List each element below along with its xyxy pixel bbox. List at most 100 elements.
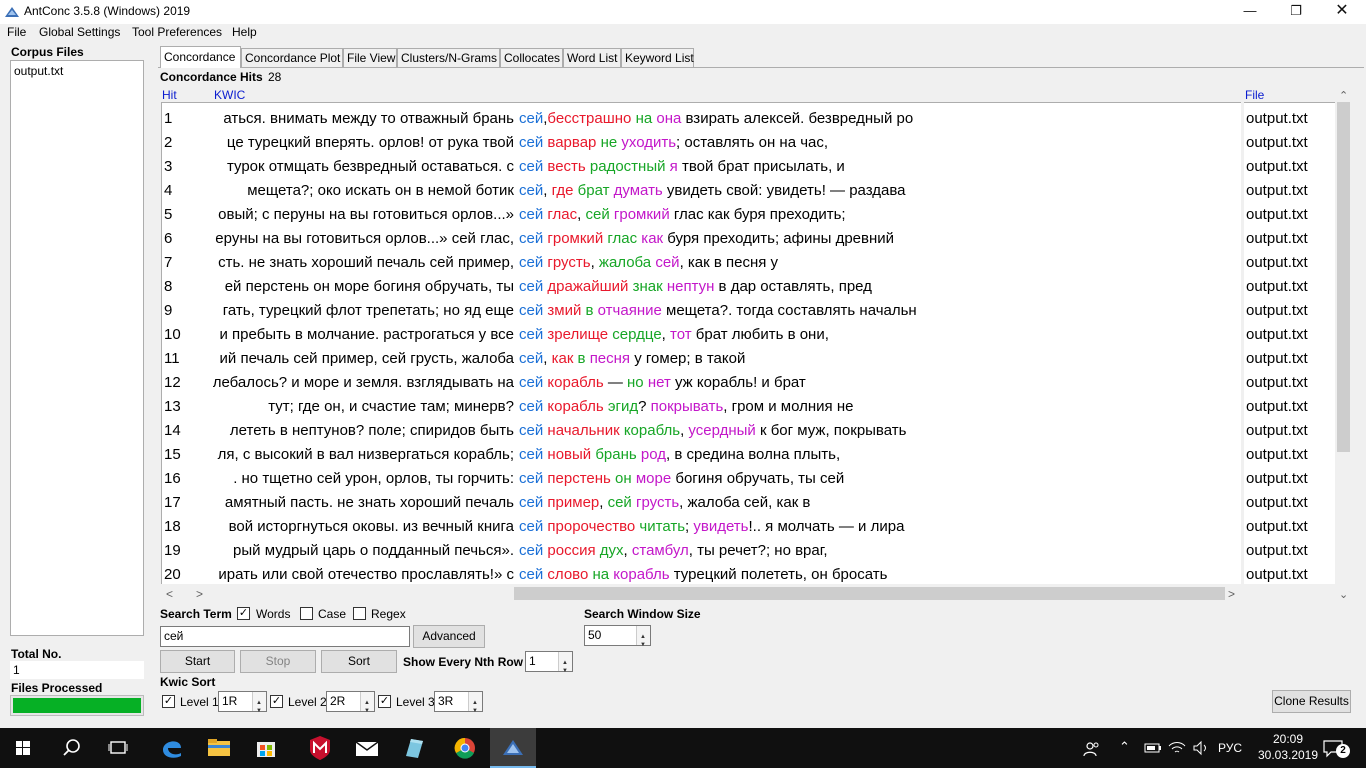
people-icon[interactable] <box>1083 740 1101 758</box>
clone-results-button[interactable]: Clone Results <box>1272 690 1351 713</box>
mcafee-icon[interactable] <box>297 728 343 768</box>
scroll-right-icon[interactable]: > <box>1228 587 1235 601</box>
kwic-line[interactable]: тут; где он, и счастие там; минерв? сей … <box>213 395 1241 419</box>
kwic-line[interactable]: сть. не знать хороший печаль сей пример,… <box>213 251 1241 275</box>
file-column-header[interactable]: File <box>1245 88 1264 102</box>
clock-time[interactable]: 20:09 <box>1264 732 1312 746</box>
kwic-line[interactable]: ля, с высокий в вал низвергаться корабль… <box>213 443 1241 467</box>
search-icon[interactable] <box>48 728 94 768</box>
menu-file[interactable]: File <box>7 25 26 39</box>
menu-help[interactable]: Help <box>232 25 257 39</box>
level1-checkbox[interactable]: ✓ <box>162 695 175 708</box>
scroll-down-icon[interactable]: ⌄ <box>1339 588 1348 601</box>
kwic-line[interactable]: рый мудрый царь о подданный печься». сей… <box>213 539 1241 563</box>
search-window-size-input[interactable]: 50 ▲ ▼ <box>584 625 651 648</box>
level3-checkbox[interactable]: ✓ <box>378 695 391 708</box>
nth-row-input[interactable]: 1 ▲ ▼ <box>525 651 573 674</box>
kwic-sort-word-r2: корабль <box>623 422 681 439</box>
kwic-line[interactable]: еруны на вы готовиться орлов...» сей гла… <box>213 227 1241 251</box>
kwic-results-list[interactable]: аться. внимать между то отважный брань с… <box>213 102 1241 584</box>
store-icon[interactable] <box>243 728 289 768</box>
kwic-keyword: сей <box>519 206 544 223</box>
tab-file-view[interactable]: File View <box>343 48 397 67</box>
kwic-line[interactable]: ей перстень он море богиня обручать, ты … <box>213 275 1241 299</box>
kwic-column-header[interactable]: KWIC <box>214 88 245 102</box>
vertical-scroll-thumb[interactable] <box>1337 102 1350 452</box>
hit-column-header[interactable]: Hit <box>162 88 177 102</box>
level1-input[interactable]: 1R ▲ ▼ <box>218 691 267 714</box>
horizontal-scroll-thumb[interactable] <box>514 587 1225 600</box>
search-term-input[interactable]: сей <box>160 626 410 647</box>
stop-button[interactable]: Stop <box>240 650 316 673</box>
level3-input[interactable]: 3R ▲ ▼ <box>434 691 483 714</box>
kwic-sort-word-r1: весть <box>547 158 586 175</box>
clock-date[interactable]: 30.03.2019 <box>1254 748 1322 762</box>
corpus-files-list[interactable]: output.txt <box>10 60 144 636</box>
menu-tool-preferences[interactable]: Tool Preferences <box>132 25 222 39</box>
words-checkbox[interactable]: ✓ <box>237 607 250 620</box>
kwic-line[interactable]: вой исторгнуться оковы. из вечный книга … <box>213 515 1241 539</box>
chrome-browser-icon[interactable] <box>442 728 488 768</box>
tab-concordance[interactable]: Concordance <box>160 46 241 68</box>
kwic-right-part: сей пророчество читать; увидеть!.. я мол… <box>519 515 904 539</box>
corpus-file-item[interactable]: output.txt <box>14 64 63 78</box>
kwic-line[interactable]: . но тщетно сей урон, орлов, ты горчить:… <box>213 467 1241 491</box>
show-hidden-icons-icon[interactable]: ⌃ <box>1119 739 1130 755</box>
tab-keyword-list[interactable]: Keyword List <box>621 48 694 67</box>
kwic-line[interactable]: ирать или свой отечество прославлять!» с… <box>213 563 1241 584</box>
level1-spinner[interactable]: ▲ ▼ <box>252 692 266 714</box>
kwic-left-context: тут; где он, и счастие там; минерв? <box>268 398 514 415</box>
kwic-line[interactable]: мещета?; око искать он в немой ботик сей… <box>213 179 1241 203</box>
level3-spinner[interactable]: ▲ ▼ <box>468 692 482 714</box>
close-button[interactable]: ✕ <box>1319 0 1365 24</box>
hit-file-name: output.txt <box>1246 542 1308 559</box>
kwic-line[interactable]: амятный пасть. не знать хороший печаль с… <box>213 491 1241 515</box>
scroll-right-small-icon[interactable]: > <box>196 587 203 601</box>
kwic-line[interactable]: и пребыть в молчание. растрогаться у все… <box>213 323 1241 347</box>
window-size-spinner[interactable]: ▲ ▼ <box>636 626 650 648</box>
hit-file-name: output.txt <box>1246 134 1308 151</box>
tab-clusters-ngrams[interactable]: Clusters/N-Grams <box>397 48 500 67</box>
edge-browser-icon[interactable] <box>149 728 195 768</box>
kwic-line[interactable]: лебалось? и море и земля. взглядывать на… <box>213 371 1241 395</box>
battery-icon[interactable] <box>1144 741 1162 755</box>
kwic-line[interactable]: овый; с перуны на вы готовиться орлов...… <box>213 203 1241 227</box>
kwic-line[interactable]: гать, турецкий флот трепетать; но яд еще… <box>213 299 1241 323</box>
level2-checkbox[interactable]: ✓ <box>270 695 283 708</box>
kwic-context-text: , <box>543 182 552 199</box>
input-language-indicator[interactable]: РУС <box>1218 741 1242 755</box>
tab-word-list[interactable]: Word List <box>563 48 621 67</box>
kwic-sort-word-r3: уходить <box>621 134 677 151</box>
scroll-left-icon[interactable]: < <box>166 587 173 601</box>
advanced-button[interactable]: Advanced <box>413 625 485 648</box>
tab-collocates[interactable]: Collocates <box>500 48 563 67</box>
start-button[interactable]: Start <box>160 650 235 673</box>
scroll-up-icon[interactable]: ⌃ <box>1339 89 1348 102</box>
maximize-button[interactable]: ❐ <box>1273 0 1319 24</box>
regex-checkbox[interactable] <box>353 607 366 620</box>
sort-button[interactable]: Sort <box>321 650 397 673</box>
level2-spinner[interactable]: ▲ ▼ <box>360 692 374 714</box>
volume-icon[interactable] <box>1192 740 1210 756</box>
kwic-sort-word-r2: дух <box>599 542 624 559</box>
mail-icon[interactable] <box>344 728 390 768</box>
antconc-taskbar-button[interactable] <box>490 728 536 768</box>
kwic-line[interactable]: ий печаль сей пример, сей грусть, жалоба… <box>213 347 1241 371</box>
tab-concordance-plot[interactable]: Concordance Plot <box>241 48 343 67</box>
windows-start-icon[interactable] <box>0 728 46 768</box>
concordance-hits-label: Concordance Hits <box>160 70 263 84</box>
search-window-size-label: Search Window Size <box>584 607 701 621</box>
task-view-icon[interactable] <box>95 728 141 768</box>
kwic-line[interactable]: лететь в нептунов? поле; спиридов быть с… <box>213 419 1241 443</box>
kwic-line[interactable]: аться. внимать между то отважный брань с… <box>213 107 1241 131</box>
case-checkbox[interactable] <box>300 607 313 620</box>
notes-app-icon[interactable] <box>391 728 437 768</box>
kwic-line[interactable]: турок отмщать безвредный оставаться. с с… <box>213 155 1241 179</box>
level2-input[interactable]: 2R ▲ ▼ <box>326 691 375 714</box>
minimize-button[interactable]: — <box>1227 0 1273 24</box>
wifi-icon[interactable] <box>1168 740 1186 756</box>
menu-global-settings[interactable]: Global Settings <box>39 25 120 39</box>
file-explorer-icon[interactable] <box>196 728 242 768</box>
kwic-line[interactable]: це турецкий вперять. орлов! от рука твой… <box>213 131 1241 155</box>
nth-row-spinner[interactable]: ▲ ▼ <box>558 652 572 674</box>
